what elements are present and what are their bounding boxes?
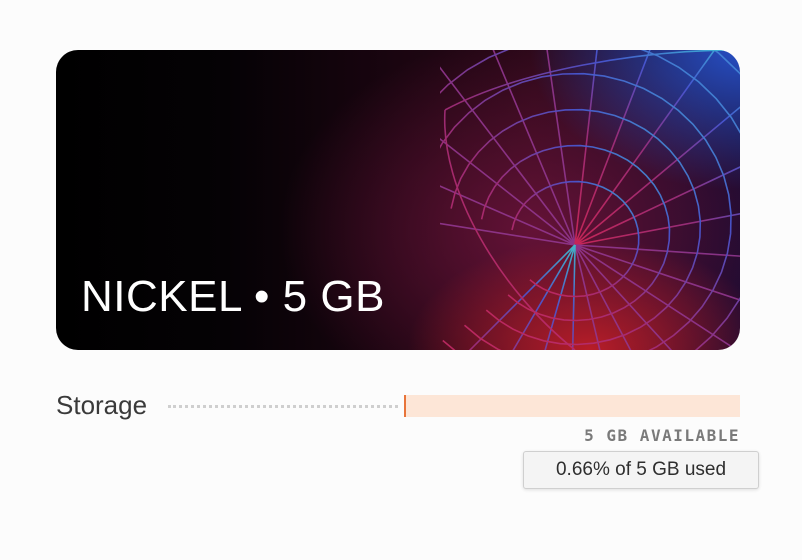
plan-banner: NICKEL • 5 GB	[56, 50, 740, 350]
storage-usage-fill	[404, 395, 407, 417]
storage-page: NICKEL • 5 GB Storage 5 GB AVAILABLE 0.6…	[0, 0, 802, 560]
storage-usage-bar[interactable]	[404, 395, 740, 417]
plan-title: NICKEL • 5 GB	[81, 272, 385, 321]
storage-usage-tooltip: 0.66% of 5 GB used	[523, 451, 759, 489]
dotted-leader	[168, 405, 398, 408]
storage-available-text: 5 GB AVAILABLE	[584, 426, 740, 445]
storage-label: Storage	[56, 390, 148, 420]
wireframe-globe-icon	[440, 50, 740, 350]
